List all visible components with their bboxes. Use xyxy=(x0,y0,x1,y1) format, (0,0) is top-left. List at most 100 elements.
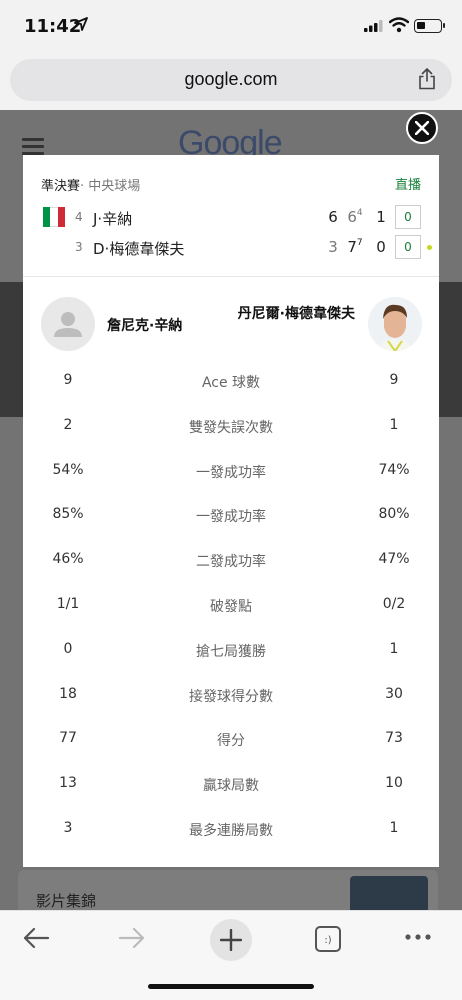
stat-player2-value: 80% xyxy=(378,506,410,523)
stat-player2-value: 9 xyxy=(389,372,399,388)
set-score: 1 xyxy=(376,208,386,226)
player-seed: 4 xyxy=(75,210,83,224)
player-row-2: 3 D·梅德韋傑夫 3 77 0 0 xyxy=(23,235,439,261)
back-icon[interactable] xyxy=(22,925,50,951)
stat-player2-value: 30 xyxy=(385,685,403,702)
game-points: 0 xyxy=(395,205,421,229)
player-photo-icon xyxy=(368,297,422,351)
stat-player2-value: 10 xyxy=(385,775,403,792)
tiebreak-score: 4 xyxy=(356,208,363,218)
player-seed: 3 xyxy=(75,240,83,254)
stat-label: 破發點 xyxy=(210,598,252,615)
tabs-icon[interactable]: :) xyxy=(314,925,342,953)
stat-row: 9 Ace 球數 9 xyxy=(23,359,439,404)
video-highlights-card: 影片集錦 xyxy=(18,870,438,910)
set-score: 64 xyxy=(347,208,363,226)
stat-player1-value: 77 xyxy=(59,730,77,747)
players-header: 詹尼克·辛納 丹尼爾·梅德韋傑夫 xyxy=(23,277,439,367)
stat-player1-value: 9 xyxy=(63,372,73,388)
stat-player2-value: 1 xyxy=(389,416,399,433)
stat-label: 一發成功率 xyxy=(196,464,266,481)
url-text: google.com xyxy=(184,69,278,89)
stat-player2-value: 74% xyxy=(378,461,410,478)
italy-flag-icon xyxy=(43,207,65,227)
stat-player1-value: 18 xyxy=(59,685,77,702)
player-name: J·辛納 xyxy=(93,210,133,228)
more-icon[interactable] xyxy=(404,933,432,941)
stat-label: 最多連勝局數 xyxy=(189,822,273,839)
svg-text::): :) xyxy=(324,935,331,946)
match-stats-modal: 準決賽· 中央球場 直播 4 J·辛納 6 64 1 0 3 D·梅德韋傑夫 3… xyxy=(23,155,439,867)
stat-player1-value: 0 xyxy=(63,640,73,657)
set-score: 0 xyxy=(376,238,386,256)
round-info: 準決賽· 中央球場 xyxy=(41,175,140,194)
stat-row: 2 雙發失誤次數 1 xyxy=(23,404,439,449)
tiebreak-score: 7 xyxy=(356,238,363,248)
set-score: 77 xyxy=(347,238,363,256)
stat-player2-value: 1 xyxy=(389,640,399,657)
stat-row: 54% 一發成功率 74% xyxy=(23,449,439,494)
stat-label: Ace 球數 xyxy=(201,375,261,391)
player2-avatar xyxy=(368,297,422,351)
browser-address-area: google.com xyxy=(0,56,462,110)
address-bar[interactable]: google.com xyxy=(10,59,452,101)
signal-icon xyxy=(364,20,383,32)
player1-avatar xyxy=(41,297,95,351)
player-name: D·梅德韋傑夫 xyxy=(93,240,185,258)
player-row-1: 4 J·辛納 6 64 1 0 xyxy=(23,205,439,231)
stat-player2-value: 1 xyxy=(389,819,399,836)
set-score-value: 7 xyxy=(347,238,357,256)
video-highlights-title: 影片集錦 xyxy=(36,892,97,910)
stat-row: 85% 一發成功率 80% xyxy=(23,493,439,538)
stat-row: 46% 二發成功率 47% xyxy=(23,538,439,583)
player2-full-name: 丹尼爾·梅德韋傑夫 xyxy=(237,306,355,322)
stat-row: 13 贏球局數 10 xyxy=(23,762,439,807)
stat-row: 1/1 破發點 0/2 xyxy=(23,583,439,628)
set-score-value: 6 xyxy=(347,208,357,226)
stat-label: 一發成功率 xyxy=(196,509,266,526)
stat-player1-value: 13 xyxy=(59,775,77,792)
set-score: 6 xyxy=(328,208,338,226)
stat-row: 0 搶七局獲勝 1 xyxy=(23,628,439,673)
new-tab-button[interactable] xyxy=(210,919,252,961)
status-time: 11:42 xyxy=(24,16,82,37)
plus-icon xyxy=(220,929,242,951)
stat-player1-value: 2 xyxy=(63,416,73,433)
forward-icon[interactable] xyxy=(118,925,146,951)
match-header: 準決賽· 中央球場 直播 4 J·辛納 6 64 1 0 3 D·梅德韋傑夫 3… xyxy=(23,155,439,277)
stat-label: 搶七局獲勝 xyxy=(196,643,266,660)
stat-row: 18 接發球得分數 30 xyxy=(23,673,439,718)
round-name: 準決賽 xyxy=(41,179,81,194)
stat-label: 贏球局數 xyxy=(203,778,259,795)
stat-player1-value: 1/1 xyxy=(56,595,80,612)
game-points: 0 xyxy=(395,235,421,259)
home-indicator xyxy=(148,984,314,989)
stat-player1-value: 3 xyxy=(63,819,73,836)
battery-icon xyxy=(414,19,445,33)
stat-label: 二發成功率 xyxy=(196,554,266,571)
stat-label: 雙發失誤次數 xyxy=(189,419,273,436)
stat-player1-value: 85% xyxy=(52,506,84,523)
location-arrow-icon xyxy=(74,17,88,31)
stat-label: 接發球得分數 xyxy=(189,688,273,705)
venue-name: · 中央球場 xyxy=(80,179,141,194)
live-badge[interactable]: 直播 xyxy=(395,174,421,193)
stat-label: 得分 xyxy=(217,733,245,750)
status-bar: 11:42 xyxy=(0,0,462,56)
close-icon xyxy=(415,121,429,135)
stat-row: 77 得分 73 xyxy=(23,717,439,762)
stats-table: 9 Ace 球數 9 2 雙發失誤次數 1 54% 一發成功率 74% 85% 一發成功率 80% 46… xyxy=(23,359,439,852)
serving-indicator xyxy=(427,245,432,250)
stat-row: 3 最多連勝局數 1 xyxy=(23,807,439,852)
close-button[interactable] xyxy=(406,112,438,144)
stat-player2-value: 47% xyxy=(378,551,410,568)
stat-player2-value: 0/2 xyxy=(382,595,406,612)
set-score: 3 xyxy=(328,238,338,256)
stat-player2-value: 73 xyxy=(385,730,403,747)
person-icon xyxy=(54,312,82,337)
stat-player1-value: 46% xyxy=(52,551,84,568)
wifi-icon xyxy=(389,17,409,33)
share-icon[interactable] xyxy=(418,68,436,90)
stat-player1-value: 54% xyxy=(52,461,84,478)
video-thumbnail xyxy=(350,876,428,910)
